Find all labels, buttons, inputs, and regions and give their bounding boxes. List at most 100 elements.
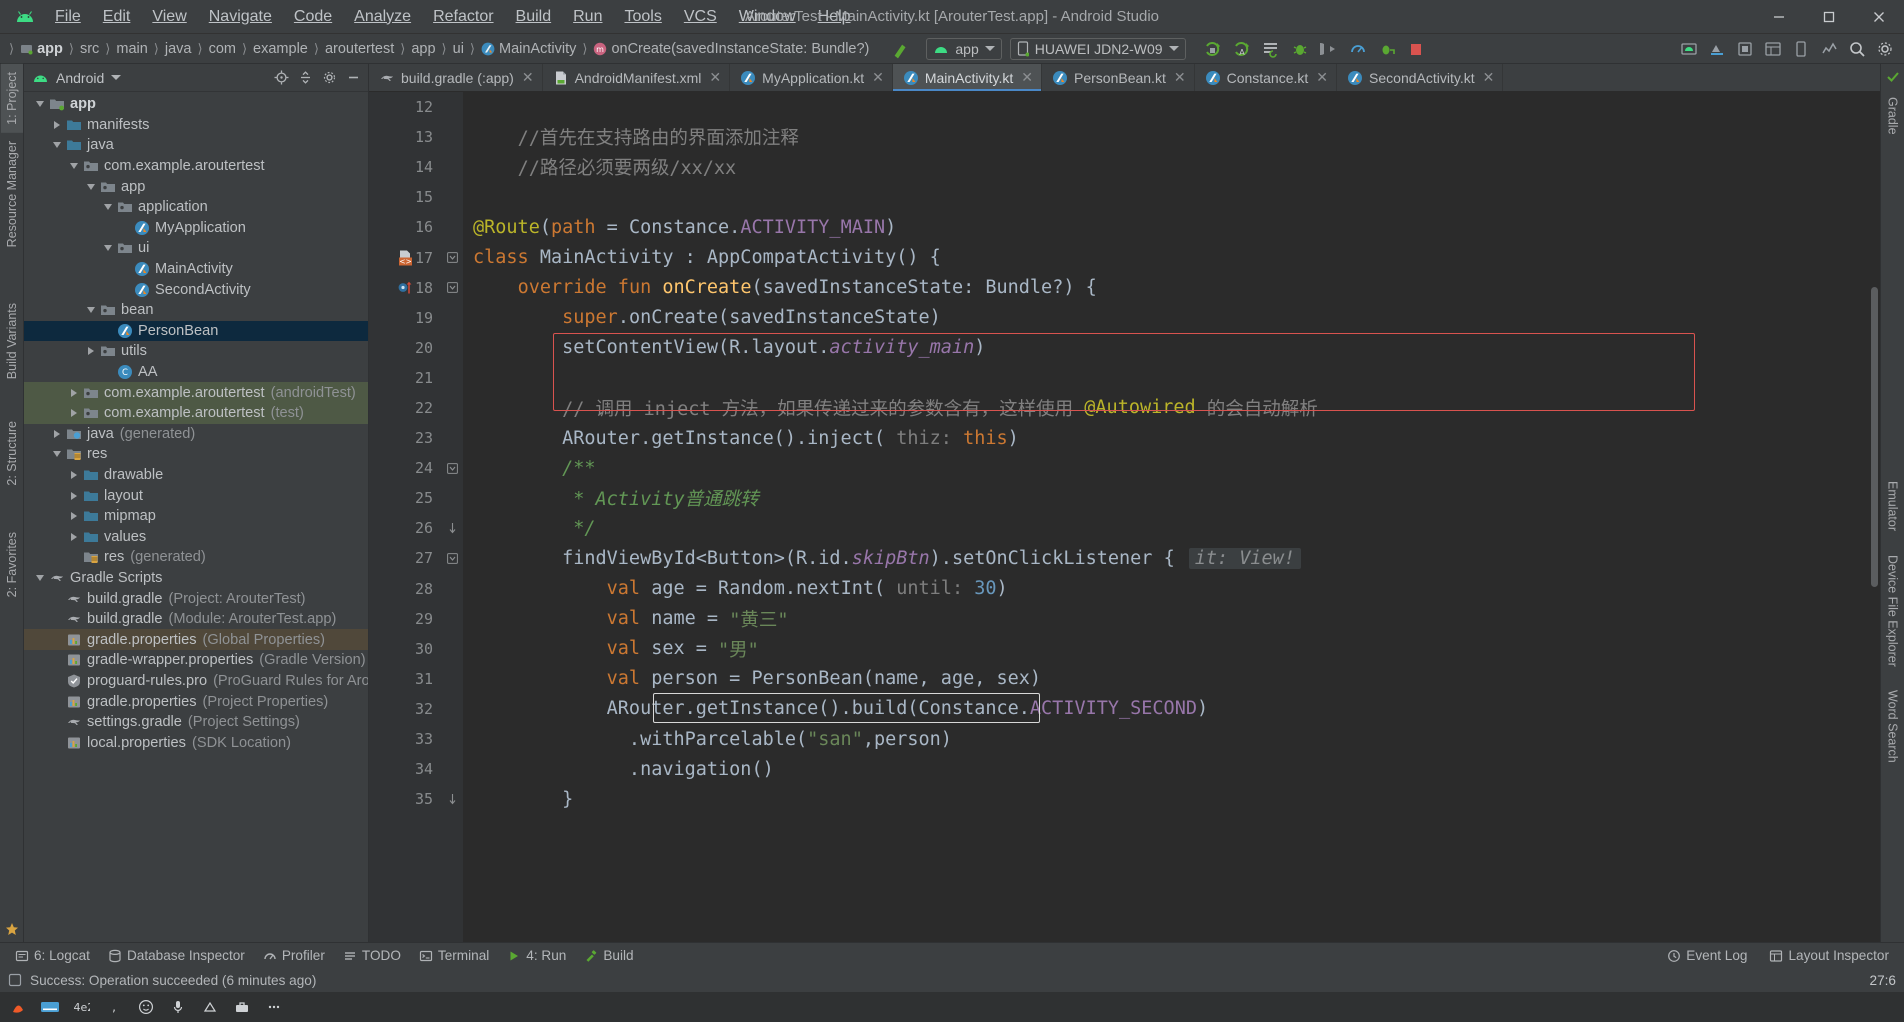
editor-tab-bar[interactable]: build.gradle (:app) ✕ AndroidManifest.xml ✕… (369, 64, 1880, 92)
settings-gear-icon[interactable] (318, 67, 340, 89)
tree-row-res[interactable]: res (24, 444, 368, 465)
code-line-12[interactable] (463, 92, 1880, 122)
bottom-tab-todo[interactable]: TODO (334, 946, 410, 965)
menu-navigate[interactable]: Navigate (198, 5, 283, 29)
tree-row-utils[interactable]: utils (24, 341, 368, 362)
chevron-right-icon[interactable] (66, 470, 82, 479)
tree-row-gradle-properties[interactable]: gradle.properties (Project Properties) (24, 691, 368, 712)
editor-tab-secondactivity-kt[interactable]: SecondActivity.kt ✕ (1337, 64, 1504, 91)
tree-row-application[interactable]: application (24, 197, 368, 218)
menu-refactor[interactable]: Refactor (422, 5, 504, 29)
close-icon[interactable]: ✕ (1021, 69, 1033, 86)
comma-icon[interactable]: , (104, 997, 124, 1017)
tree-row-com-example-aroutertest[interactable]: com.example.aroutertest (androidTest) (24, 382, 368, 403)
tree-row-bean[interactable]: bean (24, 300, 368, 321)
code-line-22[interactable]: // 调用 inject 方法，如果传递过来的参数含有，这样使用 @Autowi… (463, 393, 1880, 423)
tree-row-aa[interactable]: C AA (24, 362, 368, 383)
editor-vertical-scrollbar[interactable] (1868, 92, 1880, 942)
chevron-down-icon[interactable] (32, 101, 48, 108)
minimize-button[interactable] (1754, 0, 1804, 34)
sidebar-tab-gradle[interactable]: Gradle (1882, 89, 1904, 143)
code-editor[interactable]: 12 13 14 15 16 <> 17 18 19 20 21 22 23 24 25 26 27 28 29 30… (369, 92, 1880, 942)
tree-row-app[interactable]: app (24, 94, 368, 115)
bottom-tab-event-log[interactable]: Event Log (1658, 946, 1756, 965)
close-icon[interactable]: ✕ (522, 69, 534, 86)
tree-row-proguard-rules-pro[interactable]: proguard-rules.pro (ProGuard Rules for Ar… (24, 671, 368, 692)
tree-row-build-gradle[interactable]: build.gradle (Module: ArouterTest.app) (24, 609, 368, 630)
tree-row-app[interactable]: app (24, 176, 368, 197)
tree-row-com-example-aroutertest[interactable]: com.example.aroutertest (24, 156, 368, 177)
sidebar-tab-build-variants[interactable]: Build Variants (1, 295, 23, 387)
chevron-right-icon[interactable] (49, 120, 65, 129)
menu-view[interactable]: View (141, 5, 197, 29)
sidebar-tab-resource-manager[interactable]: Resource Manager (1, 133, 23, 255)
code-line-27[interactable]: findViewById<Button>(R.id. skipBtn).setOn… (463, 543, 1880, 573)
attach-debugger-icon[interactable] (1316, 37, 1342, 61)
code-line-35[interactable]: } (463, 784, 1880, 814)
code-line-17[interactable]: class MainActivity : AppCompatActivity()… (463, 242, 1880, 272)
code-line-30[interactable]: val sex = "男" (463, 634, 1880, 664)
gutter-line-12[interactable]: 12 (369, 92, 441, 122)
emoji-icon[interactable] (136, 997, 156, 1017)
gutter-line-13[interactable]: 13 (369, 122, 441, 152)
sidebar-tab-project[interactable]: 1: Project (0, 64, 23, 133)
bottom-tab-terminal[interactable]: Terminal (410, 946, 498, 965)
menu-bar[interactable]: File Edit View Navigate Code Analyze Ref… (44, 5, 862, 29)
close-icon[interactable]: ✕ (1483, 69, 1495, 86)
gutter-line-17[interactable]: <> 17 (369, 242, 441, 272)
gutter-line-18[interactable]: 18 (369, 273, 441, 303)
gutter-line-19[interactable]: 19 (369, 303, 441, 333)
build-hammer-icon[interactable] (890, 39, 912, 59)
device-manager-icon[interactable] (1788, 37, 1814, 61)
fold-slot-35[interactable] (441, 784, 463, 814)
menu-help[interactable]: Help (807, 5, 862, 29)
chevron-down-icon[interactable] (100, 204, 116, 211)
code-line-13[interactable]: //首先在支持路由的界面添加注释 (463, 122, 1880, 152)
sidebar-tab-word-search[interactable]: Word Search (1882, 682, 1904, 771)
breadcrumb-item-oncreate[interactable]: m onCreate(savedInstanceState: Bundle?) (590, 39, 872, 59)
editor-fold-bar[interactable] (441, 92, 463, 942)
editor-tab-build-gradle-app-[interactable]: build.gradle (:app) ✕ (369, 64, 543, 91)
project-view-selector[interactable]: Android (32, 70, 122, 86)
breadcrumb-item-example[interactable]: example (250, 39, 311, 59)
avd-manager-icon[interactable] (1676, 37, 1702, 61)
code-line-15[interactable] (463, 182, 1880, 212)
tree-row-res[interactable]: res (generated) (24, 547, 368, 568)
breadcrumb-item-ui[interactable]: ui (450, 39, 467, 59)
caret-position[interactable]: 27:6 (1870, 973, 1896, 988)
close-icon[interactable]: ✕ (872, 69, 884, 86)
microphone-icon[interactable] (168, 997, 188, 1017)
hide-panel-icon[interactable] (342, 67, 364, 89)
code-line-28[interactable]: val age = Random.nextInt( until: 30) (463, 574, 1880, 604)
bottom-tab-profiler[interactable]: Profiler (254, 946, 334, 965)
stop-icon[interactable] (1403, 37, 1429, 61)
tree-row-secondactivity[interactable]: SecondActivity (24, 279, 368, 300)
sidebar-tab-emulator[interactable]: Emulator (1882, 473, 1904, 539)
chevron-right-icon[interactable] (83, 347, 99, 356)
tree-row-mipmap[interactable]: mipmap (24, 506, 368, 527)
bottom-tab-build[interactable]: Build (575, 946, 642, 965)
code-line-19[interactable]: super .onCreate(savedInstanceState) (463, 303, 1880, 333)
chevron-right-icon[interactable] (66, 409, 82, 418)
chevron-right-icon[interactable] (66, 532, 82, 541)
sogou-input-icon[interactable] (8, 997, 28, 1017)
tree-row-java[interactable]: java (24, 135, 368, 156)
project-structure-icon[interactable] (1732, 37, 1758, 61)
tree-row-com-example-aroutertest[interactable]: com.example.aroutertest (test) (24, 402, 368, 424)
fold-slot-18[interactable] (441, 273, 463, 303)
breadcrumb-item-app[interactable]: app (17, 39, 66, 59)
code-line-25[interactable]: * Activity普通跳转 (463, 483, 1880, 513)
chevron-down-icon[interactable] (100, 245, 116, 252)
code-line-24[interactable]: /** (463, 453, 1880, 483)
menu-vcs[interactable]: VCS (673, 5, 728, 29)
tree-row-personbean[interactable]: PersonBean (24, 320, 368, 342)
breadcrumb-item-com[interactable]: com (206, 39, 239, 59)
chevron-down-icon[interactable] (49, 142, 65, 149)
profile-icon[interactable] (1345, 37, 1371, 61)
code-line-16[interactable]: @Route(path = Constance. ACTIVITY_MAIN) (463, 212, 1880, 242)
override-method-icon[interactable] (397, 279, 414, 296)
project-tree[interactable]: app manifests java com.example.aroutertest a… (24, 92, 368, 942)
tree-row-java[interactable]: java (generated) (24, 424, 368, 445)
breadcrumb-item-main[interactable]: main (113, 39, 150, 59)
breadcrumb-item-aroutertest[interactable]: aroutertest (322, 39, 397, 59)
